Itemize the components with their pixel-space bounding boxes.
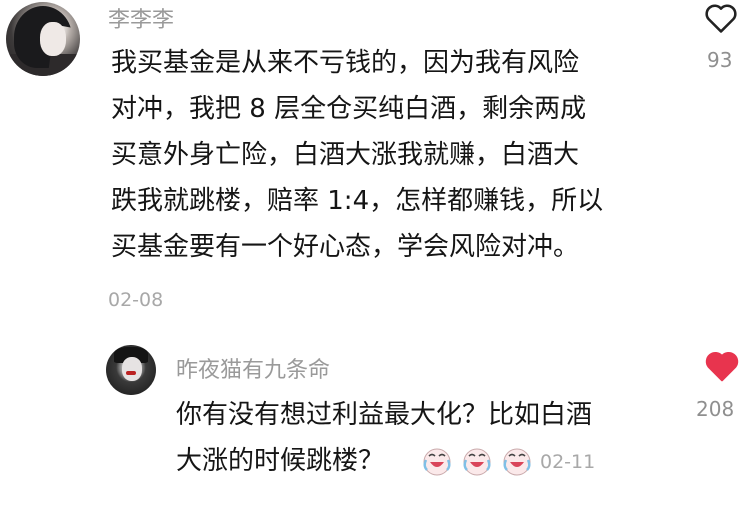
comment-text-line: 对冲，我把 8 层全仓买纯白酒，剩余两成 xyxy=(111,94,587,124)
heart-filled-icon[interactable] xyxy=(704,349,740,383)
crying-laughing-face-icon xyxy=(463,448,491,476)
reply-username[interactable]: 昨夜猫有九条命 xyxy=(176,352,330,384)
reply-like-count: 208 xyxy=(696,397,735,421)
reply-date: 02-11 xyxy=(540,451,596,473)
comment-text-line: 我买基金是从来不亏钱的，因为我有风险 xyxy=(111,48,580,78)
crying-laughing-face-icon xyxy=(503,448,531,476)
comment-text: 我买基金是从来不亏钱的，因为我有风险 对冲，我把 8 层全仓买纯白酒，剩余两成 … xyxy=(111,40,671,270)
comment-username[interactable]: 李李李 xyxy=(108,2,174,34)
avatar-mark-shape xyxy=(126,371,136,375)
comment-text-line: 跌我就跳楼，赔率 1:4，怎样都赚钱，所以 xyxy=(111,186,604,216)
crying-laughing-face-icon xyxy=(423,448,451,476)
heart-outline-icon[interactable] xyxy=(704,2,738,34)
comment-date: 02-08 xyxy=(108,289,164,311)
reply-avatar[interactable] xyxy=(106,345,156,395)
avatar[interactable] xyxy=(6,2,80,76)
comment-text-line: 买意外身亡险，白酒大涨我就赚，白酒大 xyxy=(111,140,580,170)
avatar-face-shape xyxy=(122,357,142,381)
like-count: 93 xyxy=(707,48,733,72)
avatar-face-shape xyxy=(40,22,66,56)
emoji-group xyxy=(420,444,534,478)
comment-text-line: 买基金要有一个好心态，学会风险对冲。 xyxy=(111,232,580,262)
reply-text-line: 你有没有想过利益最大化？比如白酒 xyxy=(176,400,593,430)
